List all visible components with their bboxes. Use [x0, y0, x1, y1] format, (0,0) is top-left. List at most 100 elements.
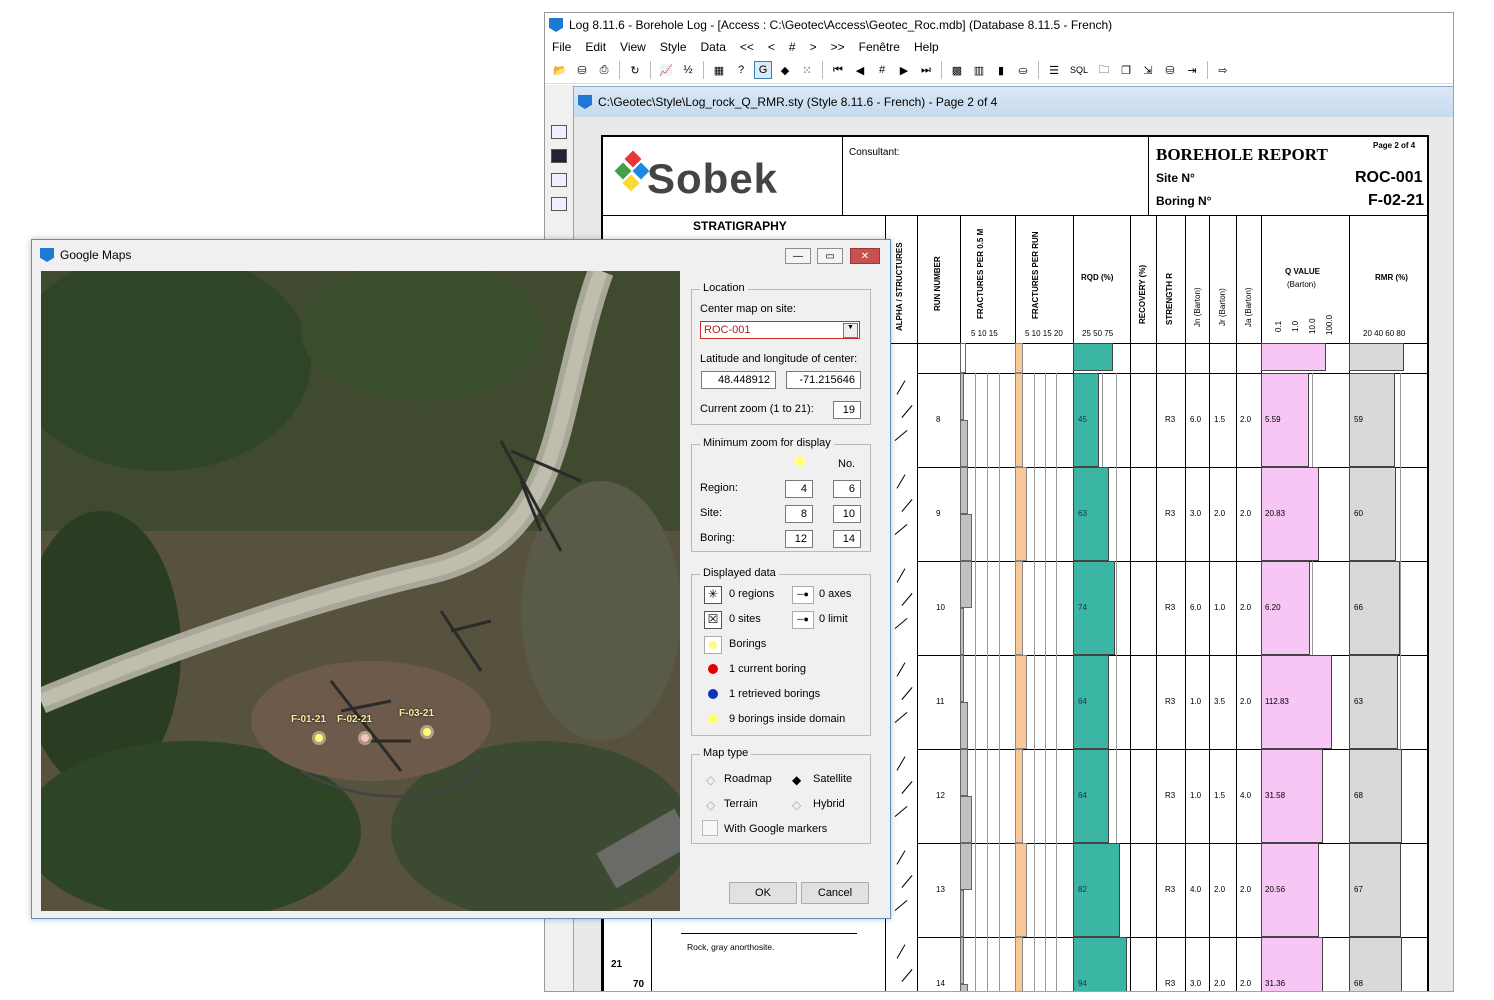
- toolbar-separator: [822, 61, 823, 79]
- borings-icon[interactable]: [704, 636, 722, 654]
- terrain-radio[interactable]: ◇: [706, 798, 715, 812]
- cancel-button[interactable]: Cancel: [801, 882, 869, 904]
- region-no-field[interactable]: 6: [833, 480, 861, 498]
- open-folder-icon[interactable]: 📂: [551, 61, 569, 79]
- grid-line: [1045, 467, 1046, 561]
- hybrid-radio[interactable]: ◇: [792, 798, 801, 812]
- refresh-icon[interactable]: ↻: [626, 61, 644, 79]
- structure-mark: [901, 593, 913, 606]
- open-style-icon[interactable]: [551, 125, 567, 139]
- google-markers-checkbox[interactable]: [702, 820, 718, 836]
- structure-mark: [896, 380, 906, 395]
- menu-view[interactable]: View: [613, 40, 653, 54]
- windows-icon[interactable]: ❐: [1117, 61, 1135, 79]
- menu-style[interactable]: Style: [653, 40, 694, 54]
- pattern-icon[interactable]: ▩: [948, 61, 966, 79]
- table-icon[interactable]: ▦: [710, 61, 728, 79]
- site-dropdown[interactable]: ROC-001 ▼: [700, 321, 860, 339]
- google-maps-icon[interactable]: G: [754, 61, 772, 79]
- terrain-label[interactable]: Terrain: [724, 798, 758, 810]
- list-window-icon[interactable]: ☰: [1045, 61, 1063, 79]
- menu-help[interactable]: Help: [907, 40, 946, 54]
- menu-file[interactable]: File: [545, 40, 578, 54]
- longitude-field[interactable]: -71.215646: [786, 371, 861, 389]
- histogram-icon[interactable]: ▥: [970, 61, 988, 79]
- boring-marker[interactable]: [361, 734, 369, 742]
- menu-number[interactable]: #: [782, 40, 803, 54]
- site-no-field[interactable]: 10: [833, 505, 861, 523]
- menu-data[interactable]: Data: [694, 40, 733, 54]
- folder-icon[interactable]: 🗀: [1095, 61, 1113, 79]
- boring-marker[interactable]: [315, 734, 323, 742]
- database-link-icon[interactable]: ⛁: [1161, 61, 1179, 79]
- menu-edit[interactable]: Edit: [578, 40, 613, 54]
- hybrid-label[interactable]: Hybrid: [813, 798, 845, 810]
- col-q-tick-2: 10.0: [1308, 318, 1317, 334]
- goto-record-icon[interactable]: #: [873, 61, 891, 79]
- regions-icon[interactable]: ✳: [704, 586, 722, 604]
- satellite-map[interactable]: F-01-21 F-02-21 F-03-21: [41, 271, 680, 911]
- rqd-value: 74: [1078, 603, 1087, 612]
- grid-dots-icon[interactable]: ⁙: [798, 61, 816, 79]
- boring-zoom-field[interactable]: 12: [785, 530, 813, 548]
- roadmap-label[interactable]: Roadmap: [724, 773, 772, 785]
- satellite-label[interactable]: Satellite: [813, 773, 852, 785]
- minimize-button[interactable]: —: [785, 248, 811, 264]
- ok-button[interactable]: OK: [729, 882, 797, 904]
- boring-marker[interactable]: [423, 728, 431, 736]
- grid-line: [1056, 561, 1057, 655]
- google-markers-label[interactable]: With Google markers: [724, 823, 827, 835]
- site-zoom-field[interactable]: 8: [785, 505, 813, 523]
- boring-no-field[interactable]: 14: [833, 530, 861, 548]
- grid-line: [999, 467, 1000, 561]
- band-icon[interactable]: [551, 197, 567, 211]
- last-record-icon[interactable]: ⏭: [917, 61, 935, 79]
- maximize-button[interactable]: ▭: [817, 248, 843, 264]
- help-table-icon[interactable]: ?: [732, 61, 750, 79]
- log-title-bar[interactable]: Log 8.11.6 - Borehole Log - [Access : C:…: [545, 13, 1453, 37]
- sites-icon[interactable]: ☒: [704, 611, 722, 629]
- color-bar-icon[interactable]: ▮: [992, 61, 1010, 79]
- menu-window[interactable]: Fenêtre: [852, 40, 907, 54]
- print-icon[interactable]: ⎙: [595, 61, 613, 79]
- layout-icon[interactable]: [551, 173, 567, 187]
- zoom-field[interactable]: 19: [833, 401, 861, 419]
- save-style-icon[interactable]: [551, 149, 567, 163]
- sql-icon[interactable]: SQL: [1067, 61, 1091, 79]
- grid-line: [987, 749, 988, 843]
- boring-marker-label: F-02-21: [337, 714, 373, 725]
- menu-last[interactable]: >>: [824, 40, 852, 54]
- close-button[interactable]: ✕: [850, 248, 880, 264]
- cylinder-icon[interactable]: ⛀: [1014, 61, 1032, 79]
- chevron-down-icon[interactable]: ▼: [843, 323, 858, 338]
- menu-first[interactable]: <<: [733, 40, 761, 54]
- export-icon[interactable]: ⇲: [1139, 61, 1157, 79]
- google-maps-title-bar[interactable]: Google Maps: [32, 240, 890, 270]
- fraction-icon[interactable]: ½: [679, 61, 697, 79]
- database-import-icon[interactable]: ⇥: [1183, 61, 1201, 79]
- axes-icon[interactable]: ─●: [792, 586, 814, 604]
- roadmap-radio[interactable]: ◇: [706, 773, 715, 787]
- run-number: 14: [936, 979, 945, 988]
- grid-line: [1400, 467, 1401, 561]
- next-record-icon[interactable]: ▶: [895, 61, 913, 79]
- structure-mark: [894, 617, 908, 630]
- menu-next[interactable]: >: [803, 40, 824, 54]
- satellite-radio[interactable]: ◆: [792, 773, 801, 787]
- latitude-field[interactable]: 48.448912: [701, 371, 776, 389]
- chart-icon[interactable]: 📈: [657, 61, 675, 79]
- style-window-title-bar[interactable]: C:\Geotec\Style\Log_rock_Q_RMR.sty (Styl…: [574, 87, 1453, 117]
- boring-zoom-label: Boring:: [700, 532, 735, 544]
- exit-icon[interactable]: ⇨: [1214, 61, 1232, 79]
- first-record-icon[interactable]: ⏮: [829, 61, 847, 79]
- shape-icon[interactable]: ◆: [776, 61, 794, 79]
- previous-record-icon[interactable]: ◀: [851, 61, 869, 79]
- menu-previous[interactable]: <: [761, 40, 782, 54]
- database-icon[interactable]: ⛁: [573, 61, 591, 79]
- limit-icon[interactable]: ─●: [792, 611, 814, 629]
- run-number: 11: [936, 697, 945, 706]
- grid-line: [987, 373, 988, 467]
- run-number: 12: [936, 791, 945, 800]
- frac-run-bar: [1015, 937, 1023, 991]
- region-zoom-field[interactable]: 4: [785, 480, 813, 498]
